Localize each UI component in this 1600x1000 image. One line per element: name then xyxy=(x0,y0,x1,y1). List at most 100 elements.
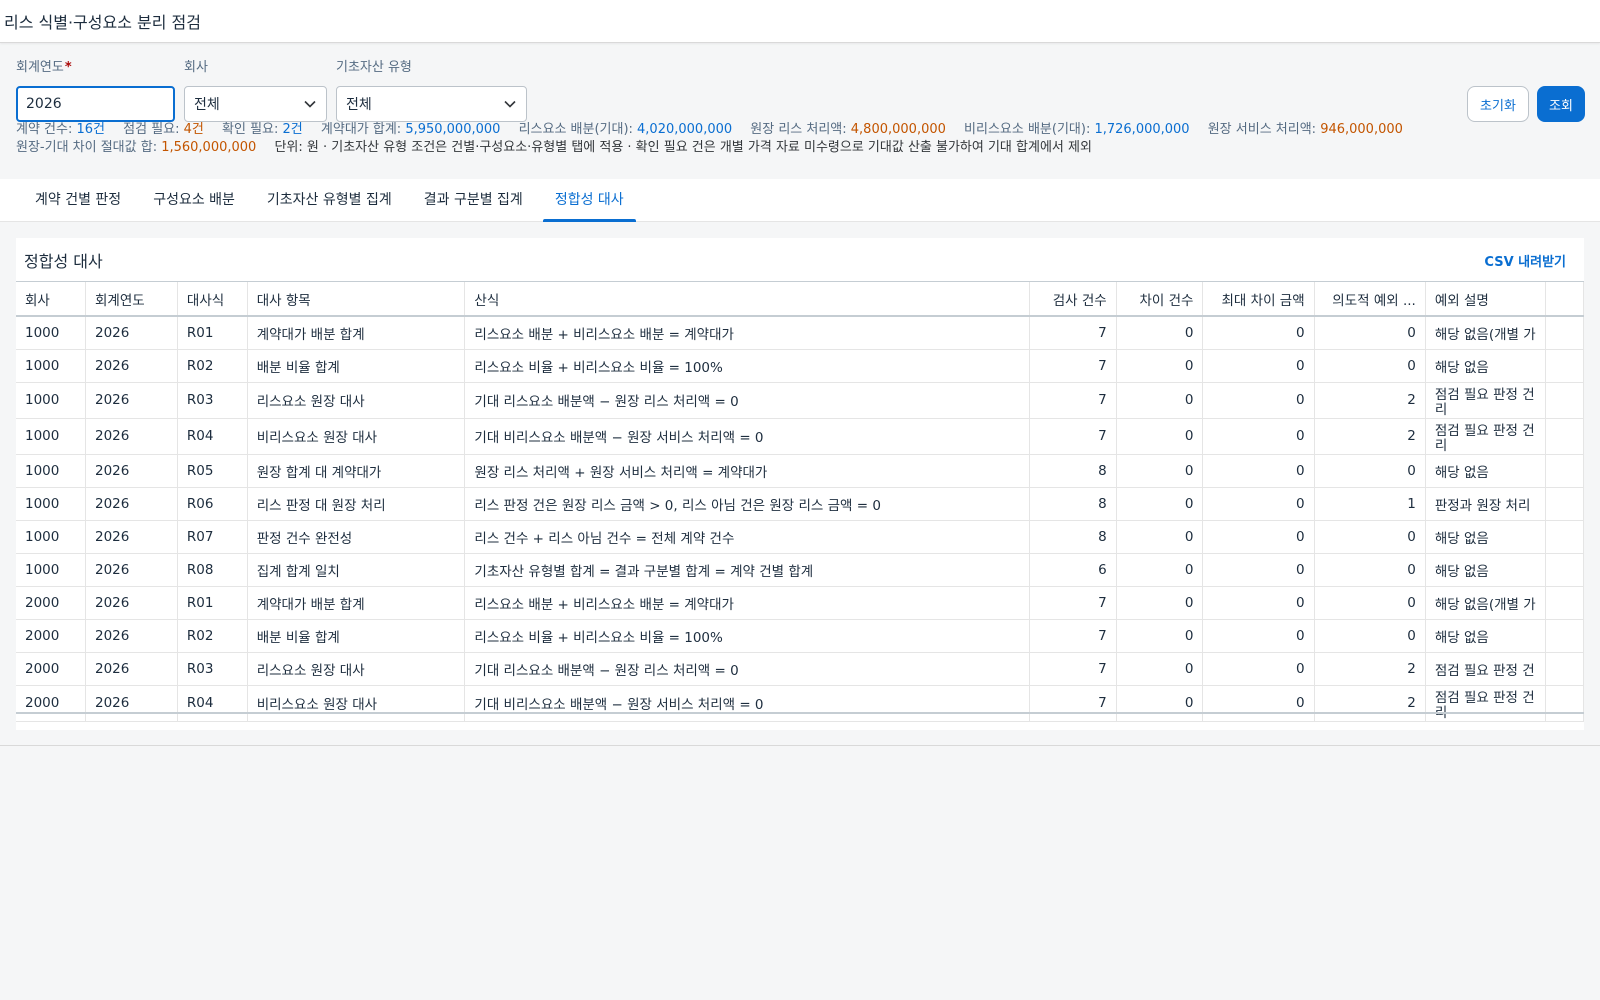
table-cell: 7 xyxy=(1029,586,1117,620)
table-cell: 0 xyxy=(1116,652,1204,686)
table-cell: 0 xyxy=(1116,316,1204,350)
table-row[interactable]: 1000 2026 R05 원장 합계 대 계약대가 원장 리스 처리액 + 원장 서비… xyxy=(16,454,1584,488)
table-cell: 배분 비율 합계 xyxy=(247,619,466,653)
stat-label: 리스요소 배분(기대): xyxy=(518,122,638,137)
table-cell-overflow xyxy=(1545,586,1584,620)
stat-value: 4,020,000,000 xyxy=(637,122,733,137)
table-cell: 2026 xyxy=(85,316,178,350)
table-cell-overflow xyxy=(1545,652,1584,686)
table-cell: 2026 xyxy=(85,619,178,653)
fiscal-year-field: 회계연도* 2026 xyxy=(16,59,175,122)
table-cell: 0 xyxy=(1202,316,1315,350)
table-cell: 비리스요소 원장 대사 xyxy=(247,685,466,722)
table-cell: 0 xyxy=(1202,652,1315,686)
reset-button[interactable]: 초기화 xyxy=(1467,86,1529,122)
column-header[interactable]: 최대 차이 금액 xyxy=(1202,282,1315,317)
table-cell: 7 xyxy=(1029,619,1117,653)
table-cell: R03 xyxy=(177,652,248,686)
table-cell: 2026 xyxy=(85,454,178,488)
table-cell: 6 xyxy=(1029,553,1117,587)
table-row[interactable]: 2000 2026 R04 비리스요소 원장 대사 기대 비리스요소 배분액 − 원장 … xyxy=(16,685,1584,722)
table-row[interactable]: 1000 2026 R04 비리스요소 원장 대사 기대 비리스요소 배분액 − 원장 … xyxy=(16,418,1584,455)
column-header[interactable]: 대사 항목 xyxy=(247,282,466,317)
table-cell: 2 xyxy=(1314,652,1426,686)
table-cell: 배분 비율 합계 xyxy=(247,349,466,383)
table-cell-overflow xyxy=(1545,685,1584,722)
table-cell: 0 xyxy=(1116,487,1204,521)
stat-label: 원장 서비스 처리액: xyxy=(1207,122,1321,137)
reconciliation-table: 회사 회계연도 대사식 대사 항목 산식 검사 건수 차이 건수 최대 차이 금액 의도적 예외… xyxy=(16,281,1584,729)
table-cell: R06 xyxy=(177,487,248,521)
table-cell: 0 xyxy=(1202,382,1315,419)
fiscal-year-input[interactable]: 2026 xyxy=(16,86,175,122)
table-cell: 1000 xyxy=(16,382,86,419)
table-cell: 해당 없음 xyxy=(1425,619,1546,653)
table-cell: 해당 없음 xyxy=(1425,454,1546,488)
company-select-value: 전체 xyxy=(194,97,220,113)
page-header: 리스 식별·구성요소 분리 점검 xyxy=(0,0,1600,43)
table-cell: 0 xyxy=(1314,586,1426,620)
table-cell: 7 xyxy=(1029,418,1117,455)
company-field: 회사 전체 xyxy=(184,59,327,122)
stat-confirm-needed: 확인 필요: 2건 xyxy=(222,122,303,137)
table-cell: R03 xyxy=(177,382,248,419)
table-row[interactable]: 2000 2026 R01 계약대가 배분 합계 리스요소 배분 + 비리스요소 배분 … xyxy=(16,586,1584,620)
table-cell-overflow xyxy=(1545,553,1584,587)
asset-type-select[interactable]: 전체 xyxy=(336,86,527,122)
table-cell: 2000 xyxy=(16,652,86,686)
csv-download-link[interactable]: CSV 내려받기 xyxy=(1484,251,1566,270)
table-cell: 0 xyxy=(1202,520,1315,554)
table-cell-overflow xyxy=(1545,454,1584,488)
search-button[interactable]: 조회 xyxy=(1537,86,1585,122)
table-row[interactable]: 1000 2026 R01 계약대가 배분 합계 리스요소 배분 + 비리스요소 배분 … xyxy=(16,316,1584,350)
table-cell: 기대 비리스요소 배분액 − 원장 서비스 처리액 = 0 xyxy=(464,685,1030,722)
table-cell: 비리스요소 원장 대사 xyxy=(247,418,466,455)
stat-check-needed: 점검 필요: 4건 xyxy=(123,122,204,137)
column-header[interactable]: 검사 건수 xyxy=(1029,282,1117,317)
table-cell: 1000 xyxy=(16,316,86,350)
table-row[interactable]: 1000 2026 R08 집계 합계 일치 기초자산 유형별 합계 = 결과 구분별 … xyxy=(16,553,1584,587)
table-cell: R01 xyxy=(177,316,248,350)
table-row[interactable]: 1000 2026 R06 리스 판정 대 원장 처리 리스 판정 건은 원장 리스 금… xyxy=(16,487,1584,521)
column-header[interactable]: 회계연도 xyxy=(85,282,178,317)
column-header[interactable]: 회사 xyxy=(16,282,86,317)
company-select[interactable]: 전체 xyxy=(184,86,327,122)
table-header-row: 회사 회계연도 대사식 대사 항목 산식 검사 건수 차이 건수 최대 차이 금액 의도적 예외… xyxy=(16,282,1584,317)
tab-component-allocation[interactable]: 구성요소 배분 xyxy=(137,179,251,222)
table-cell: 0 xyxy=(1202,418,1315,455)
table-cell: 리스요소 배분 + 비리스요소 배분 = 계약대가 xyxy=(464,316,1030,350)
table-cell: 0 xyxy=(1202,619,1315,653)
table-row[interactable]: 2000 2026 R02 배분 비율 합계 리스요소 비율 + 비리스요소 비율 = … xyxy=(16,619,1584,653)
table-cell: R08 xyxy=(177,553,248,587)
table-cell: 리스 건수 + 리스 아님 건수 = 전체 계약 건수 xyxy=(464,520,1030,554)
stat-label: 계약대가 합계: xyxy=(320,122,406,137)
stat-ledger-service: 원장 서비스 처리액: 946,000,000 xyxy=(1208,122,1403,137)
stat-value: 4,800,000,000 xyxy=(850,122,946,137)
table-cell: 7 xyxy=(1029,652,1117,686)
column-header[interactable]: 차이 건수 xyxy=(1116,282,1204,317)
table-cell: 2026 xyxy=(85,586,178,620)
table-row[interactable]: 1000 2026 R03 리스요소 원장 대사 기대 리스요소 배분액 − 원장 리스… xyxy=(16,382,1584,419)
table-cell: 점검 필요 판정 건 리 xyxy=(1425,382,1546,419)
asset-type-label: 기초자산 유형 xyxy=(336,60,412,75)
table-row[interactable]: 1000 2026 R02 배분 비율 합계 리스요소 비율 + 비리스요소 비율 = … xyxy=(16,349,1584,383)
tab-result-summary[interactable]: 결과 구분별 집계 xyxy=(408,179,539,222)
tab-asset-type-summary[interactable]: 기초자산 유형별 집계 xyxy=(251,179,408,222)
table-cell: 해당 없음 xyxy=(1425,520,1546,554)
table-cell: 0 xyxy=(1202,685,1315,722)
table-cell: 0 xyxy=(1314,553,1426,587)
stat-contract-count: 계약 건수: 16건 xyxy=(16,122,105,137)
column-header[interactable]: 의도적 예외 ... xyxy=(1314,282,1426,317)
table-cell: 리스 판정 건은 원장 리스 금액 > 0, 리스 아님 건은 원장 리스 금액… xyxy=(464,487,1030,521)
column-header[interactable]: 예외 설명 xyxy=(1425,282,1546,317)
table-row[interactable]: 1000 2026 R07 판정 건수 완전성 리스 건수 + 리스 아님 건수 = 전… xyxy=(16,520,1584,554)
column-header[interactable]: 산식 xyxy=(464,282,1030,317)
table-row[interactable]: 2000 2026 R03 리스요소 원장 대사 기대 리스요소 배분액 − 원장 리스… xyxy=(16,652,1584,686)
column-header[interactable]: 대사식 xyxy=(177,282,248,317)
table-cell: 점검 필요 판정 건 리 xyxy=(1425,418,1546,455)
chevron-down-icon xyxy=(504,100,516,108)
stat-value: 4건 xyxy=(183,122,204,137)
tab-contract-judgment[interactable]: 계약 건별 판정 xyxy=(19,179,137,222)
tab-reconciliation[interactable]: 정합성 대사 xyxy=(539,179,640,222)
stat-value: 5,950,000,000 xyxy=(405,122,501,137)
